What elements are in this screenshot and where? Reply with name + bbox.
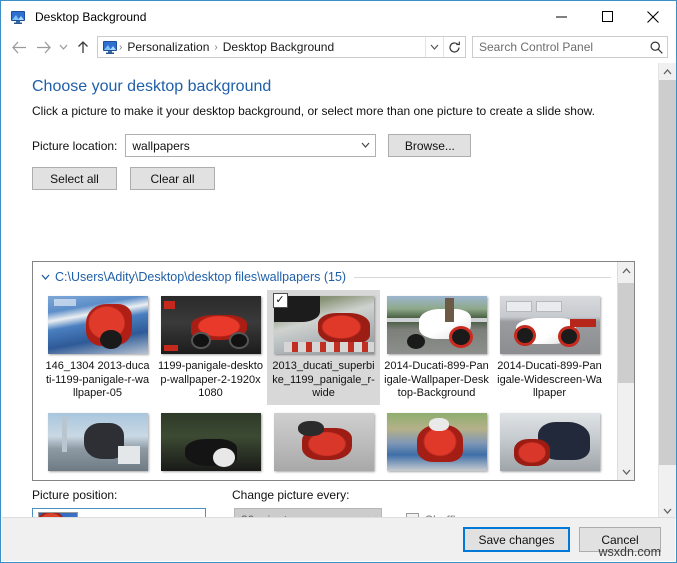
list-item[interactable]: [41, 407, 154, 473]
thumbnail-image[interactable]: [161, 413, 261, 471]
picture-list-inner: C:\Users\Adity\Desktop\desktop files\wal…: [33, 262, 617, 480]
settings-labels: Picture position: Change picture every:: [32, 488, 642, 502]
clear-all-button[interactable]: Clear all: [130, 167, 215, 190]
forward-icon[interactable]: [31, 35, 55, 59]
select-clear-row: Select all Clear all: [2, 157, 656, 190]
thumbnail-wrapper[interactable]: [46, 294, 150, 356]
group-header[interactable]: C:\Users\Adity\Desktop\desktop files\wal…: [33, 262, 617, 284]
thumbnail-image[interactable]: [387, 413, 487, 471]
thumbnail-image[interactable]: [500, 296, 600, 354]
thumbnail-wrapper[interactable]: [46, 411, 150, 473]
browse-button[interactable]: Browse...: [388, 134, 471, 157]
scroll-up-icon[interactable]: [659, 63, 676, 80]
thumbnail-image[interactable]: [274, 296, 374, 354]
thumbnail-row-2: [33, 405, 617, 473]
search-box[interactable]: [472, 36, 668, 58]
change-picture-label: Change picture every:: [232, 488, 349, 502]
thumbnail-wrapper[interactable]: [498, 294, 602, 356]
navigation-bar: › Personalization › Desktop Background: [1, 32, 676, 62]
thumbnail-row-1: 146_1304 2013-ducati-1199-panigale-r-wal…: [33, 284, 617, 405]
settings-section: Picture position: Change picture every: …: [32, 488, 642, 519]
breadcrumb-item-desktop-background[interactable]: Desktop Background: [219, 40, 338, 54]
minimize-button[interactable]: [538, 1, 584, 32]
search-icon[interactable]: [645, 41, 667, 54]
list-item[interactable]: ✓ 2013_ducati_superbike_1199_panigale_r-…: [267, 290, 380, 405]
thumbnail-image[interactable]: [274, 413, 374, 471]
thumbnail-wrapper[interactable]: [385, 294, 489, 356]
scroll-up-icon[interactable]: [618, 262, 635, 279]
list-item[interactable]: 1199-panigale-desktop-wallpaper-2-1920x1…: [154, 290, 267, 405]
list-item[interactable]: 146_1304 2013-ducati-1199-panigale-r-wal…: [41, 290, 154, 405]
picture-list[interactable]: C:\Users\Adity\Desktop\desktop files\wal…: [32, 261, 635, 481]
page-subtitle: Click a picture to make it your desktop …: [2, 96, 656, 118]
scrollbar-thumb[interactable]: [659, 80, 676, 465]
list-item[interactable]: 2014-Ducati-899-Panigale-Widescreen-Wall…: [493, 290, 606, 405]
scrollbar-track[interactable]: [659, 80, 676, 502]
chevron-down-icon[interactable]: [41, 271, 50, 283]
content-pane: Choose your desktop background Click a p…: [2, 63, 656, 519]
thumbnail-image[interactable]: [48, 296, 148, 354]
list-item[interactable]: [493, 407, 606, 473]
desktop-background-icon: [10, 9, 26, 25]
picture-location-value: wallpapers: [132, 139, 355, 153]
picture-location-label: Picture location:: [32, 139, 117, 153]
scroll-down-icon[interactable]: [618, 463, 635, 480]
thumbnail-image[interactable]: [161, 296, 261, 354]
window-title: Desktop Background: [35, 10, 146, 24]
select-all-button[interactable]: Select all: [32, 167, 117, 190]
chevron-down-icon[interactable]: [355, 140, 375, 151]
window-scrollbar[interactable]: [658, 63, 675, 519]
maximize-button[interactable]: [584, 1, 630, 32]
address-bar[interactable]: › Personalization › Desktop Background: [97, 36, 466, 58]
save-changes-button[interactable]: Save changes: [463, 527, 570, 552]
thumbnail-image[interactable]: [387, 296, 487, 354]
close-button[interactable]: [630, 1, 676, 32]
list-item-label: 2013_ducati_superbike_1199_panigale_r-wi…: [271, 360, 376, 401]
recent-locations-icon[interactable]: [55, 35, 72, 59]
picture-location-select[interactable]: wallpapers: [125, 134, 376, 157]
group-header-path: C:\Users\Adity\Desktop\desktop files\wal…: [55, 270, 346, 284]
thumbnail-wrapper[interactable]: [498, 411, 602, 473]
refresh-icon[interactable]: [443, 37, 465, 57]
thumbnail-wrapper[interactable]: ✓: [272, 294, 376, 356]
group-header-rule: [354, 277, 611, 278]
page-title: Choose your desktop background: [2, 63, 656, 96]
desktop-background-window: Desktop Background: [0, 0, 677, 563]
up-icon[interactable]: [72, 35, 94, 59]
list-item-label: 2014-Ducati-899-Panigale-Widescreen-Wall…: [497, 360, 602, 401]
title-bar: Desktop Background: [1, 1, 676, 32]
list-item[interactable]: [267, 407, 380, 473]
checkbox-checked[interactable]: ✓: [273, 293, 288, 308]
chevron-down-icon[interactable]: [425, 37, 443, 57]
footer-bar: Save changes Cancel wsxdn.com: [2, 517, 675, 561]
picture-list-scrollbar[interactable]: [617, 262, 634, 480]
thumbnail-wrapper[interactable]: [272, 411, 376, 473]
breadcrumb-desktop-background-icon: [102, 39, 118, 55]
picture-position-label: Picture position:: [32, 488, 232, 502]
list-item-label: 2014-Ducati-899-Panigale-Wallpaper-Deskt…: [384, 360, 489, 401]
list-item[interactable]: [380, 407, 493, 473]
scrollbar-thumb[interactable]: [618, 283, 635, 383]
thumbnail-wrapper[interactable]: [159, 411, 263, 473]
list-item[interactable]: 2014-Ducati-899-Panigale-Wallpaper-Deskt…: [380, 290, 493, 405]
search-input[interactable]: [473, 39, 645, 55]
thumbnail-wrapper[interactable]: [385, 411, 489, 473]
thumbnail-image[interactable]: [500, 413, 600, 471]
list-item[interactable]: [154, 407, 267, 473]
picture-location-row: Picture location: wallpapers Browse...: [2, 118, 656, 157]
thumbnail-image[interactable]: [48, 413, 148, 471]
window-controls: [538, 1, 676, 32]
watermark: wsxdn.com: [598, 545, 661, 559]
breadcrumb-item-personalization[interactable]: Personalization: [123, 40, 213, 54]
thumbnail-wrapper[interactable]: [159, 294, 263, 356]
list-item-label: 1199-panigale-desktop-wallpaper-2-1920x1…: [158, 360, 263, 401]
list-item-label: 146_1304 2013-ducati-1199-panigale-r-wal…: [45, 360, 150, 401]
scrollbar-track[interactable]: [618, 279, 635, 463]
back-icon[interactable]: [7, 35, 31, 59]
